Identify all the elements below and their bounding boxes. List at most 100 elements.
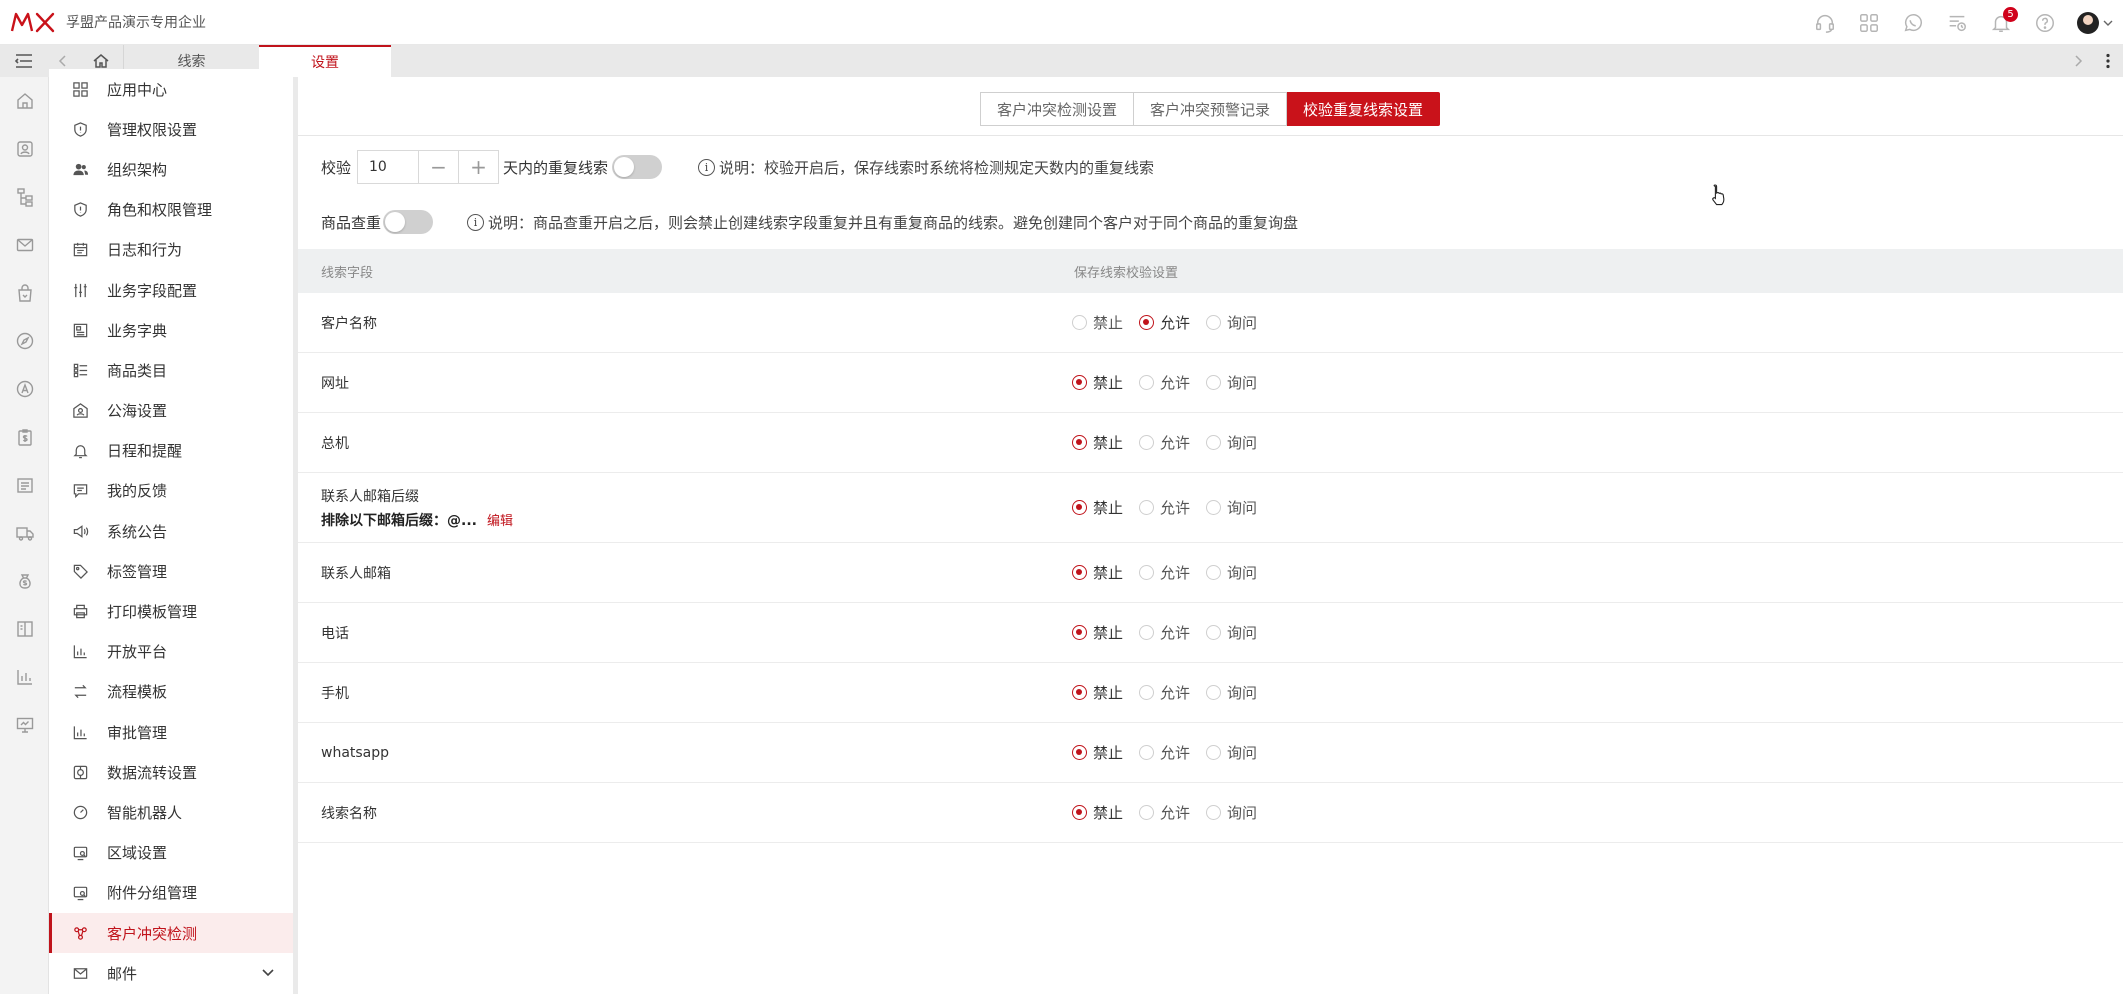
sidebar-item-label: 公海设置: [107, 402, 168, 421]
radio-ask[interactable]: 询问: [1206, 742, 1257, 763]
radio-ask[interactable]: 询问: [1206, 562, 1257, 583]
whatsapp-icon[interactable]: [1891, 0, 1935, 45]
table-row: 线索名称 禁止 允许 询问: [298, 783, 2123, 843]
task-list-icon[interactable]: [1935, 0, 1979, 45]
edit-suffixes-link[interactable]: 编辑: [487, 514, 513, 529]
sidebar-item-roles-permissions[interactable]: 角色和权限管理: [49, 190, 293, 230]
sidebar-item-app-center[interactable]: 应用中心: [49, 69, 293, 109]
module-rail: [0, 77, 49, 994]
more-vertical-icon[interactable]: [2093, 45, 2123, 77]
rail-truck-icon[interactable]: [0, 509, 49, 557]
rail-book-icon[interactable]: [0, 605, 49, 653]
sidebar-item-field-config[interactable]: 业务字段配置: [49, 270, 293, 310]
radio-ask[interactable]: 询问: [1206, 497, 1257, 518]
radio-allow[interactable]: 允许: [1139, 497, 1190, 518]
radio-allow[interactable]: 允许: [1139, 622, 1190, 643]
sidebar-item-logs[interactable]: 日志和行为: [49, 230, 293, 270]
radio-forbid[interactable]: 禁止: [1072, 312, 1123, 333]
tab-strip-right: [2063, 45, 2123, 77]
bell-icon[interactable]: 5: [1979, 0, 2023, 45]
sidebar-item-data-flow[interactable]: 数据流转设置: [49, 752, 293, 792]
tab-conflict-detection-settings[interactable]: 客户冲突检测设置: [980, 92, 1135, 126]
rail-clipboard-dollar-icon[interactable]: [0, 413, 49, 461]
radio-forbid[interactable]: 禁止: [1072, 562, 1123, 583]
sidebar-item-announcements[interactable]: 系统公告: [49, 511, 293, 551]
radio-ask[interactable]: 询问: [1206, 682, 1257, 703]
sidebar-item-region[interactable]: 区域设置: [49, 833, 293, 873]
radio-dot: [1206, 625, 1222, 640]
radio-label: 询问: [1227, 684, 1258, 702]
sidebar-item-product-categories[interactable]: 商品类目: [49, 350, 293, 390]
sidebar-item-attachment-groups[interactable]: 附件分组管理: [49, 873, 293, 913]
radio-forbid[interactable]: 禁止: [1072, 372, 1123, 393]
check-note: i 说明：校验开启后，保存线索时系统将检测规定天数内的重复线索: [698, 157, 1154, 178]
user-menu[interactable]: [2067, 0, 2123, 45]
sidebar-item-dictionary[interactable]: 业务字典: [49, 310, 293, 350]
megaphone-icon: [71, 522, 89, 540]
radio-allow[interactable]: 允许: [1139, 432, 1190, 453]
sidebar-item-admin-permissions[interactable]: 管理权限设置: [49, 109, 293, 149]
days-input[interactable]: 10: [357, 150, 420, 184]
rail-mail-icon[interactable]: [0, 221, 49, 269]
sidebar-item-org-structure[interactable]: 组织架构: [49, 149, 293, 189]
rail-compass-icon[interactable]: [0, 317, 49, 365]
sidebar-item-open-platform[interactable]: 开放平台: [49, 632, 293, 672]
radio-allow[interactable]: 允许: [1139, 372, 1190, 393]
rail-bar-chart-icon[interactable]: [0, 653, 49, 701]
apps-grid-icon[interactable]: [1847, 0, 1891, 45]
radio-forbid[interactable]: 禁止: [1072, 742, 1123, 763]
radio-dot: [1072, 685, 1087, 700]
sidebar-item-flow-templates[interactable]: 流程模板: [49, 672, 293, 712]
sidebar-item-mail[interactable]: 邮件: [49, 953, 293, 986]
rail-home-icon[interactable]: [0, 77, 49, 125]
radio-allow[interactable]: 允许: [1139, 802, 1190, 823]
rail-monitor-icon[interactable]: [0, 701, 49, 749]
sidebar-item-customer-conflict[interactable]: 客户冲突检测: [49, 912, 293, 954]
radio-allow[interactable]: 允许: [1139, 742, 1190, 763]
rail-document-icon[interactable]: [0, 461, 49, 509]
rail-contacts-icon[interactable]: [0, 125, 49, 173]
menu-toggle-icon[interactable]: [0, 45, 48, 77]
radio-ask[interactable]: 询问: [1206, 802, 1257, 823]
headset-icon[interactable]: [1803, 0, 1847, 45]
radio-ask[interactable]: 询问: [1206, 432, 1257, 453]
logo[interactable]: [10, 11, 56, 33]
sidebar-item-tags[interactable]: 标签管理: [49, 551, 293, 591]
sidebar-item-robot[interactable]: 智能机器人: [49, 792, 293, 832]
radio-forbid[interactable]: 禁止: [1072, 432, 1123, 453]
sidebar-item-print-templates[interactable]: 打印模板管理: [49, 591, 293, 631]
sidebar-item-my-feedback[interactable]: 我的反馈: [49, 471, 293, 511]
days-decrement-button[interactable]: −: [419, 150, 460, 184]
sidebar-item-schedule-reminder[interactable]: 日程和提醒: [49, 431, 293, 471]
radio-dot: [1139, 565, 1155, 580]
rail-org-tree-icon[interactable]: [0, 173, 49, 221]
radio-ask[interactable]: 询问: [1206, 312, 1257, 333]
radio-dot: [1139, 315, 1155, 330]
rail-letter-a-icon[interactable]: [0, 365, 49, 413]
radio-ask[interactable]: 询问: [1206, 622, 1257, 643]
radio-ask[interactable]: 询问: [1206, 372, 1257, 393]
days-increment-button[interactable]: +: [459, 150, 500, 184]
radio-forbid[interactable]: 禁止: [1072, 682, 1123, 703]
rail-money-bag-icon[interactable]: [0, 557, 49, 605]
check-label-prefix: 校验: [321, 158, 352, 177]
radio-forbid[interactable]: 禁止: [1072, 622, 1123, 643]
help-icon[interactable]: [2023, 0, 2067, 45]
radio-allow[interactable]: 允许: [1139, 682, 1190, 703]
duplicate-check-toggle[interactable]: [612, 155, 663, 179]
radio-forbid[interactable]: 禁止: [1072, 802, 1123, 823]
rail-bag-icon[interactable]: [0, 269, 49, 317]
tab-scroll-right-icon[interactable]: [2063, 45, 2093, 77]
radio-forbid[interactable]: 禁止: [1072, 497, 1123, 518]
radio-allow[interactable]: 允许: [1139, 312, 1190, 333]
tab-duplicate-lead-settings[interactable]: 校验重复线索设置: [1287, 92, 1441, 126]
check-option-group: 禁止 允许 询问: [1072, 622, 1273, 643]
sidebar-item-approval[interactable]: 审批管理: [49, 712, 293, 752]
sidebar-item-public-sea[interactable]: 公海设置: [49, 391, 293, 431]
tab-conflict-warning-records[interactable]: 客户冲突预警记录: [1134, 92, 1288, 126]
goods-dedupe-toggle[interactable]: [383, 210, 434, 234]
avatar: [2077, 11, 2099, 34]
radio-allow[interactable]: 允许: [1139, 562, 1190, 583]
region-icon: [71, 844, 89, 862]
chevron-down-icon[interactable]: [261, 965, 275, 983]
